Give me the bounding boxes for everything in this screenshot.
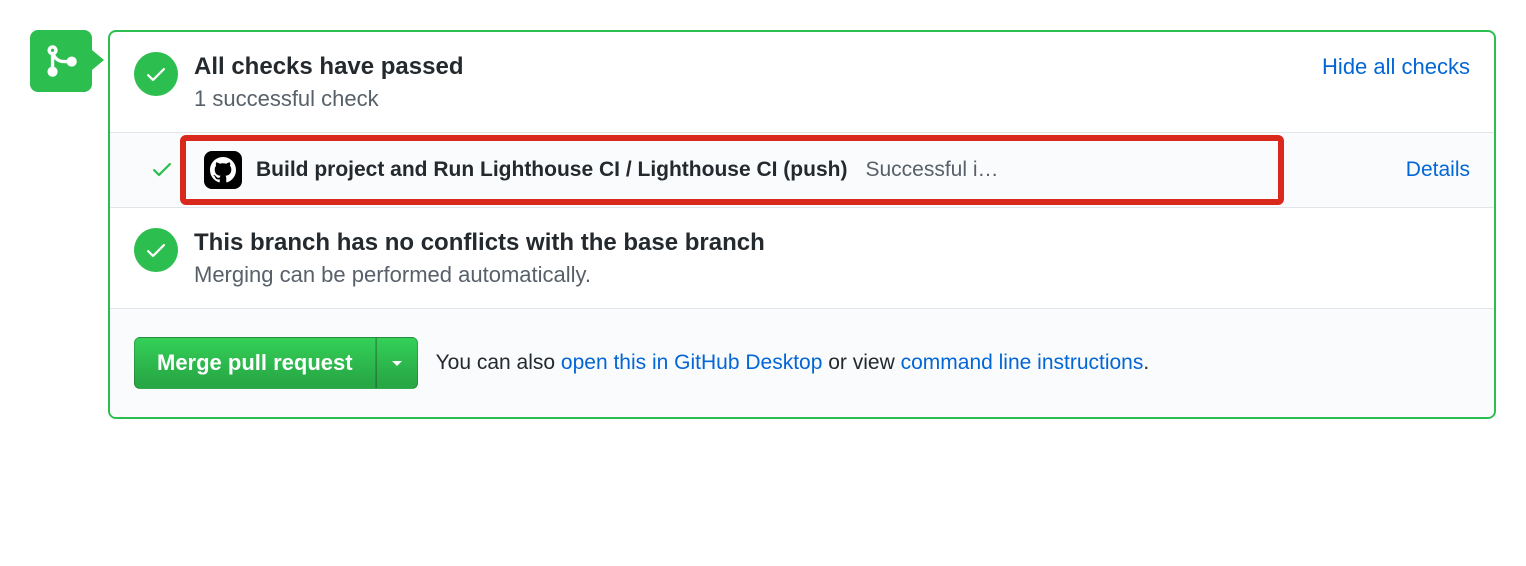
check-status: Successful i… [865, 158, 998, 182]
checks-summary-section: All checks have passed 1 successful chec… [110, 32, 1494, 133]
checks-title: All checks have passed [194, 52, 1322, 82]
caret-down-icon [391, 357, 403, 369]
merge-options-dropdown[interactable] [376, 337, 418, 389]
merge-action-section: Merge pull request You can also open thi… [110, 309, 1494, 417]
check-details-link[interactable]: Details [1390, 158, 1470, 182]
conflicts-title: This branch has no conflicts with the ba… [194, 228, 1470, 258]
check-name[interactable]: Build project and Run Lighthouse CI / Li… [256, 158, 847, 182]
merge-status-panel: All checks have passed 1 successful chec… [108, 30, 1496, 419]
conflicts-subtitle: Merging can be performed automatically. [194, 262, 1470, 288]
open-github-desktop-link[interactable]: open this in GitHub Desktop [561, 351, 822, 374]
checkmark-icon [134, 52, 178, 96]
merge-help-text: You can also open this in GitHub Desktop… [436, 351, 1150, 375]
conflicts-section: This branch has no conflicts with the ba… [110, 208, 1494, 309]
merge-pull-request-button[interactable]: Merge pull request [134, 337, 376, 389]
checkmark-icon [134, 228, 178, 272]
check-success-icon [150, 157, 174, 184]
toggle-checks-link[interactable]: Hide all checks [1322, 54, 1470, 80]
command-line-instructions-link[interactable]: command line instructions [901, 351, 1144, 374]
check-item-row: Build project and Run Lighthouse CI / Li… [110, 133, 1494, 208]
github-actions-avatar-icon [204, 151, 242, 189]
git-merge-icon [30, 30, 92, 92]
checks-subtitle: 1 successful check [194, 86, 1322, 112]
